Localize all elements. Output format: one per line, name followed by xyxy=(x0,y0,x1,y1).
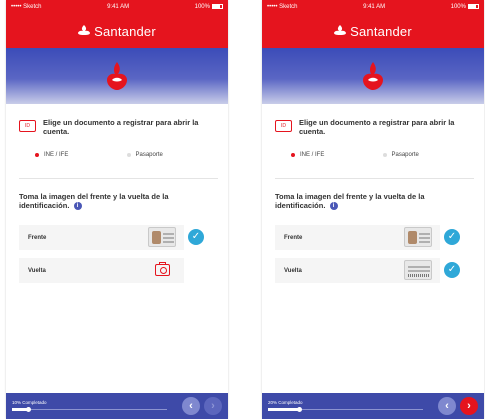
id-photo xyxy=(408,231,417,245)
id-text-lines xyxy=(408,266,430,269)
main-content: ID Elige un documento a registrar para a… xyxy=(6,104,228,284)
radio-label: INE / IFE xyxy=(300,152,325,158)
capture-instruction: Toma la imagen del frente y la vuelta de… xyxy=(275,192,474,211)
id-back-thumbnail[interactable] xyxy=(404,260,432,281)
battery-icon xyxy=(211,3,223,9)
progress-label: 10% Completado xyxy=(12,400,47,405)
document-type-selector: INE / IFE Pasaporte xyxy=(275,152,474,158)
check-icon: ✓ xyxy=(188,229,204,246)
id-card-icon: ID xyxy=(19,120,36,132)
clock-label: 9:41 AM xyxy=(363,4,386,10)
status-bar: ••••• Sketch 9:41 AM 100% xyxy=(262,0,484,14)
info-icon[interactable]: i xyxy=(73,202,82,211)
radio-label: Pasaporte xyxy=(135,152,163,158)
radio-pasaporte[interactable]: Pasaporte xyxy=(382,152,475,158)
id-text-lines xyxy=(163,233,174,236)
radio-ine-ife[interactable]: INE / IFE xyxy=(291,152,383,158)
side-label: Frente xyxy=(284,234,303,241)
hero-banner xyxy=(262,48,484,104)
battery-label: 100% xyxy=(194,4,210,11)
progress-knob xyxy=(25,407,31,412)
radio-selected-dot xyxy=(291,153,295,157)
brand-header: Santander xyxy=(262,14,484,48)
side-row-frente[interactable]: Frente ✓ xyxy=(275,225,460,251)
carrier-label: ••••• Sketch xyxy=(11,4,42,10)
side-label: Vuelta xyxy=(284,267,302,274)
progress-knob xyxy=(297,407,302,412)
next-button[interactable]: › xyxy=(204,397,222,415)
progress-fill xyxy=(268,408,299,411)
brand-name: Santander xyxy=(94,23,156,39)
id-machine-code xyxy=(408,274,430,278)
santander-flame-icon xyxy=(334,24,347,38)
status-bar: ••••• Sketch 9:41 AM 100% xyxy=(6,0,228,14)
radio-unselected-dot xyxy=(382,153,387,157)
divider xyxy=(275,178,474,179)
hero-banner xyxy=(6,48,228,104)
progress-label: 20% Completado xyxy=(268,400,303,405)
document-prompt: Elige un documento a registrar para abri… xyxy=(299,118,455,136)
back-button[interactable]: ‹ xyxy=(182,397,200,415)
document-prompt-row: ID Elige un documento a registrar para a… xyxy=(19,118,218,136)
radio-label: INE / IFE xyxy=(44,152,69,158)
progress-footer: 10% Completado ‹ › xyxy=(6,393,228,419)
progress-footer: 20% Completado ‹ › xyxy=(262,393,484,419)
id-text-lines xyxy=(419,233,430,236)
progress-track xyxy=(12,408,167,411)
side-row-vuelta[interactable]: Vuelta ✓ xyxy=(275,258,460,284)
info-icon[interactable]: i xyxy=(329,202,338,211)
check-icon: ✓ xyxy=(444,229,460,246)
phone-screen-2: ••••• Sketch 9:41 AM 100% Santander ID E… xyxy=(262,0,484,419)
santander-flame-icon xyxy=(78,24,91,38)
battery-indicator: 100% xyxy=(194,3,223,11)
id-photo xyxy=(152,231,161,245)
radio-ine-ife[interactable]: INE / IFE xyxy=(35,152,127,158)
radio-selected-dot xyxy=(35,153,39,157)
battery-label: 100% xyxy=(450,4,466,11)
divider xyxy=(19,178,218,179)
check-icon: ✓ xyxy=(444,262,460,279)
santander-logo-icon xyxy=(362,62,384,90)
id-front-thumbnail[interactable] xyxy=(148,227,176,248)
canvas: ••••• Sketch 9:41 AM 100% Santander ID E… xyxy=(0,0,485,419)
battery-icon xyxy=(467,3,479,9)
radio-label: Pasaporte xyxy=(391,152,419,158)
brand-name: Santander xyxy=(350,23,412,39)
document-prompt-row: ID Elige un documento a registrar para a… xyxy=(275,118,474,136)
camera-icon[interactable] xyxy=(155,262,170,277)
side-row-frente[interactable]: Frente ✓ xyxy=(19,225,204,251)
clock-label: 9:41 AM xyxy=(107,4,130,10)
document-prompt: Elige un documento a registrar para abri… xyxy=(43,118,199,136)
next-button[interactable]: › xyxy=(460,397,478,415)
carrier-label: ••••• Sketch xyxy=(267,4,298,10)
instruction-text: Toma la imagen del frente y la vuelta de… xyxy=(19,192,169,210)
brand-header: Santander xyxy=(6,14,228,48)
back-button[interactable]: ‹ xyxy=(438,397,456,415)
id-card-icon: ID xyxy=(275,120,292,132)
document-type-selector: INE / IFE Pasaporte xyxy=(19,152,218,158)
side-row-vuelta[interactable]: Vuelta xyxy=(19,258,184,284)
instruction-text: Toma la imagen del frente y la vuelta de… xyxy=(275,192,425,210)
battery-indicator: 100% xyxy=(450,3,479,11)
id-front-thumbnail[interactable] xyxy=(404,227,432,248)
side-label: Frente xyxy=(28,234,47,241)
santander-logo-icon xyxy=(106,62,128,90)
side-label: Vuelta xyxy=(28,267,46,274)
progress-track xyxy=(268,408,423,411)
radio-unselected-dot xyxy=(126,153,131,157)
main-content: ID Elige un documento a registrar para a… xyxy=(262,104,484,284)
phone-screen-1: ••••• Sketch 9:41 AM 100% Santander ID E… xyxy=(6,0,228,419)
capture-instruction: Toma la imagen del frente y la vuelta de… xyxy=(19,192,218,211)
radio-pasaporte[interactable]: Pasaporte xyxy=(126,152,219,158)
